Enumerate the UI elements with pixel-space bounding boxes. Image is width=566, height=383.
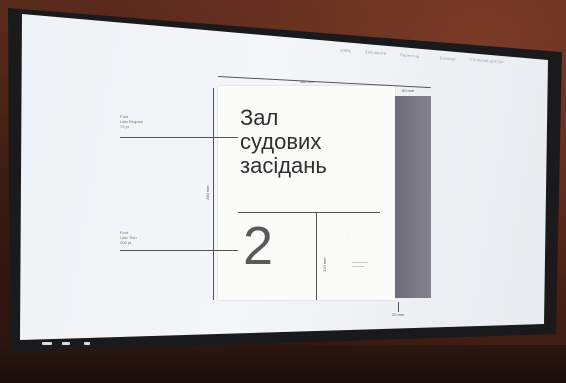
stand-light-1 xyxy=(42,342,52,345)
stand-light-2 xyxy=(62,342,70,345)
annotation-bottom: Font Lato Thin 200 pt xyxy=(120,230,137,245)
small-text-line-2 xyxy=(352,266,364,267)
height-dimension-label: 280 mm xyxy=(205,185,210,200)
toolbar-zoom: 100% xyxy=(339,47,352,54)
stand-light-3 xyxy=(84,342,90,345)
desk-surface xyxy=(0,345,566,383)
annotation-bottom-line-3: 200 pt xyxy=(120,240,132,245)
annotation-top-line-3: 72 pt xyxy=(120,124,129,129)
separator-line xyxy=(238,212,380,213)
bottom-dimension-label: 20 mm xyxy=(392,312,405,317)
gap-dimension-line xyxy=(316,212,317,300)
dark-side-strip xyxy=(395,96,431,298)
width-dimension-label: 380 mm xyxy=(300,79,315,84)
height-dimension-line xyxy=(213,88,214,300)
qr-placeholder-icon: ▫ xyxy=(348,232,350,236)
sign-title-line-1: Зал xyxy=(240,105,279,130)
annotation-leader-bottom xyxy=(120,250,238,251)
sign-title: Зал судових засідань xyxy=(240,106,327,178)
room-number: 2 xyxy=(243,216,274,276)
sign-title-line-3: засідань xyxy=(240,153,327,178)
small-text-line-1 xyxy=(352,262,368,263)
bottom-dimension-line xyxy=(398,302,399,312)
annotation-leader-top xyxy=(120,137,238,138)
sign-title-line-2: судових xyxy=(240,129,322,154)
gap-dimension-label: 120 mm xyxy=(322,257,327,272)
annotation-top: Font Lato Regular 72 pt xyxy=(120,114,143,129)
strip-dimension-label: 50 mm xyxy=(402,88,415,93)
